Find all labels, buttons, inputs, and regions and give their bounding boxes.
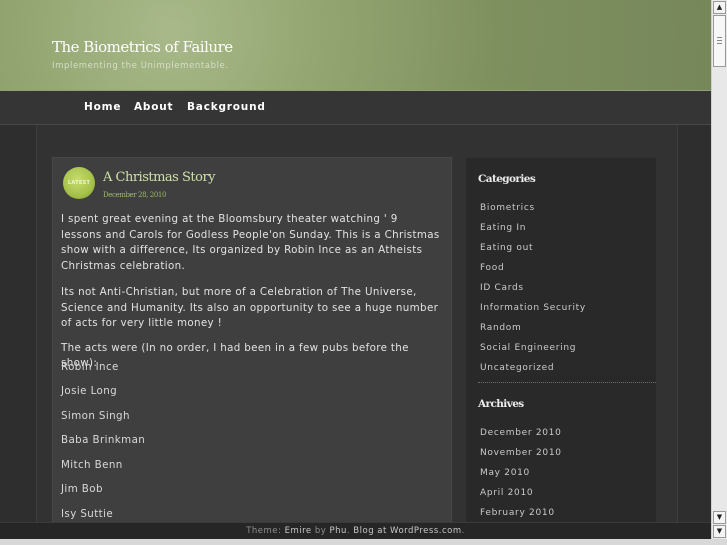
main-nav: Home About Background [0,91,711,125]
act-list-item: Josie Long [61,385,118,397]
vertical-scrollbar[interactable]: ▲ ▼ ▼ [711,0,727,539]
footer-prefix: Theme: [246,526,285,536]
category-link-social-engineering[interactable]: Social Engineering [480,343,576,353]
category-link-eating-out[interactable]: Eating out [480,243,533,253]
post-title[interactable]: A Christmas Story [103,170,216,185]
act-list-item: Mitch Benn [61,459,123,471]
act-list-item: Jim Bob [61,483,103,495]
archive-link[interactable]: April 2010 [480,488,533,498]
footer-end: . [461,526,465,536]
post-content: I spent great evening at the Bloomsbury … [61,212,441,372]
scroll-up-icon[interactable]: ▲ [713,1,726,14]
archive-link[interactable]: February 2010 [480,508,555,518]
footer-author-link[interactable]: Phu [329,526,346,536]
scroll-down-icon[interactable]: ▼ [713,525,726,538]
archive-link[interactable]: May 2010 [480,468,530,478]
archives-title: Archives [478,398,524,410]
post-paragraph: Its not Anti-Christian, but more of a Ce… [61,286,439,329]
category-link-random[interactable]: Random [480,323,521,333]
footer-theme-link[interactable]: Emire [285,526,312,536]
category-link-information-security[interactable]: Information Security [480,303,586,313]
nav-item-background[interactable]: Background [187,101,266,113]
category-link-uncategorized[interactable]: Uncategorized [480,363,554,373]
scrollbar-thumb[interactable] [713,15,726,67]
site-header: The Biometrics of Failure Implementing t… [0,0,711,91]
act-list-item: Simon Singh [61,410,130,422]
post-paragraph: I spent great evening at the Bloomsbury … [61,213,440,272]
category-link-id-cards[interactable]: ID Cards [480,283,524,293]
latest-badge: LATEST [63,167,95,199]
site-footer: Theme: Emire by Phu. Blog at WordPress.c… [0,522,711,540]
post-date: December 28, 2010 [103,191,167,199]
act-list-item: Isy Suttie [61,508,114,520]
category-link-biometrics[interactable]: Biometrics [480,203,535,213]
grip-line-icon [717,40,722,41]
footer-by: by [311,526,330,536]
act-list-item: Robin Ince [61,361,119,373]
horizontal-scrollbar[interactable] [0,539,727,545]
site-description: Implementing the Unimplementable. [52,61,229,71]
footer-wordpress-link[interactable]: Blog at WordPress.com [353,526,461,536]
category-link-food[interactable]: Food [480,263,504,273]
archive-link[interactable]: December 2010 [480,428,562,438]
scroll-down-icon[interactable]: ▼ [713,511,726,524]
categories-title: Categories [478,173,536,185]
grip-line-icon [717,43,722,44]
site-title[interactable]: The Biometrics of Failure [52,38,233,56]
nav-item-home[interactable]: Home [84,101,121,113]
latest-badge-label: LATEST [67,180,91,186]
archive-link[interactable]: November 2010 [480,448,562,458]
grip-line-icon [717,37,722,38]
sidebar-divider [478,382,656,383]
act-list-item: Baba Brinkman [61,434,146,446]
category-link-eating-in[interactable]: Eating In [480,223,526,233]
nav-item-about[interactable]: About [134,101,173,113]
